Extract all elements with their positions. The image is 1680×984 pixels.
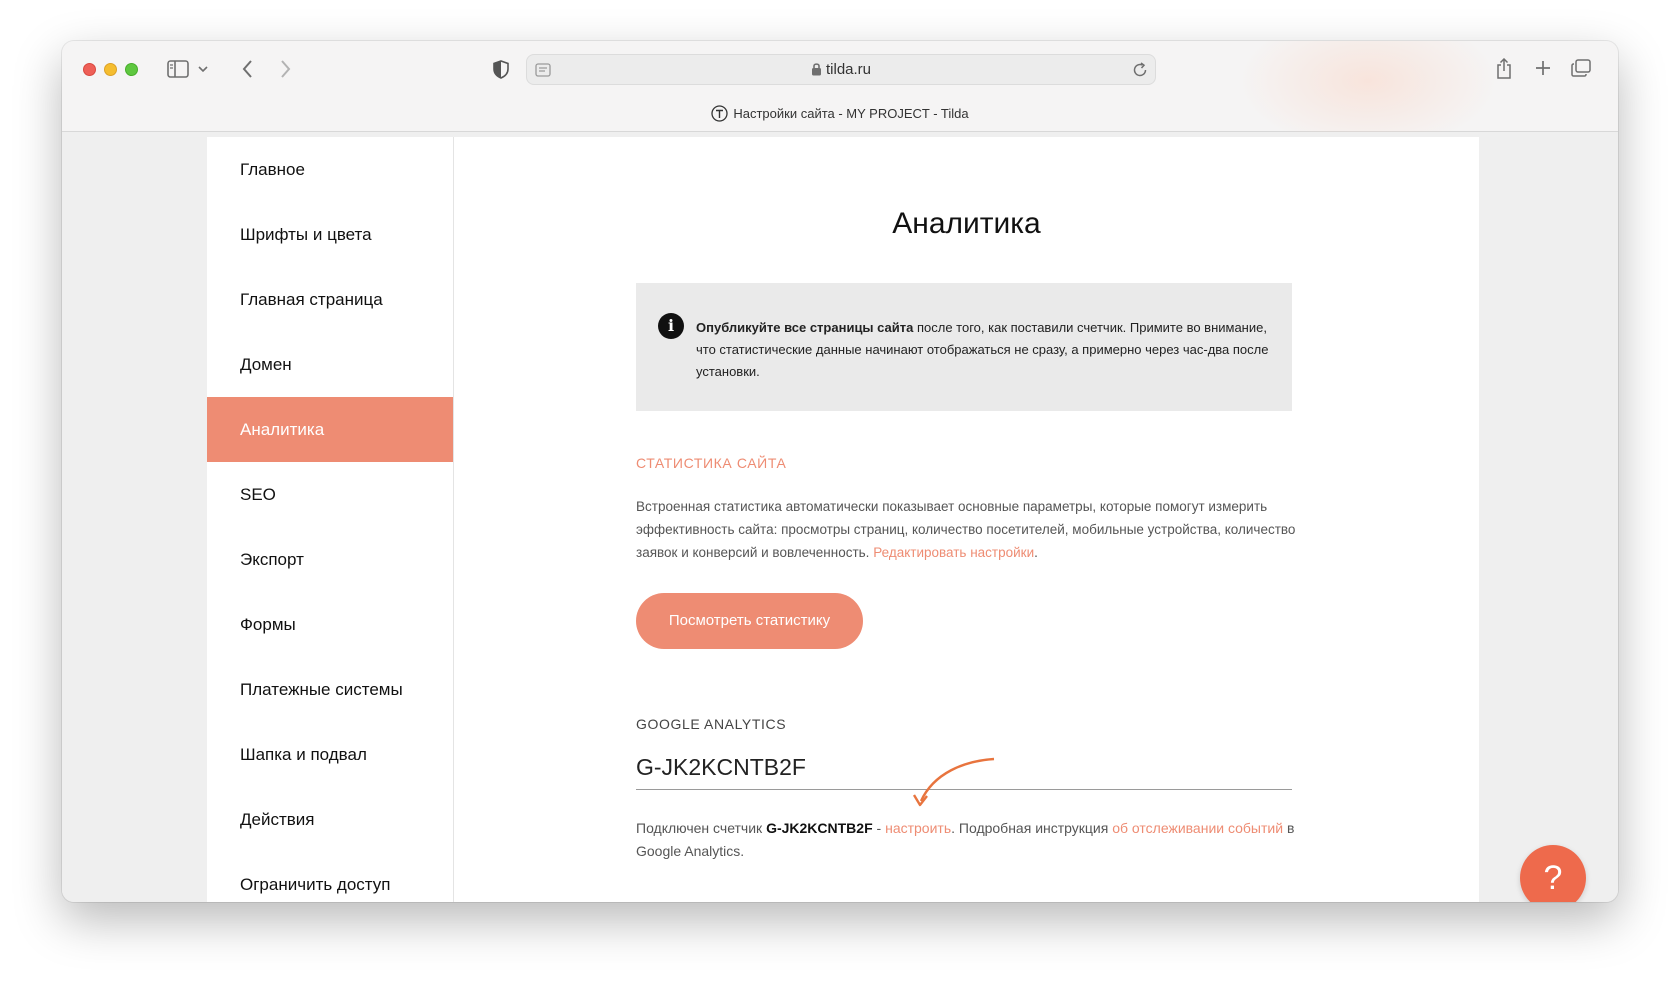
close-window-button[interactable] <box>83 63 96 76</box>
tab-title-text: Настройки сайта - MY PROJECT - Tilda <box>733 106 969 121</box>
sidebar-item-payment-systems[interactable]: Платежные системы <box>207 657 453 722</box>
edit-settings-link-suffix: . <box>1034 545 1038 560</box>
browser-toolbar: tilda.ru Настройки сайта - MY PROJECT - … <box>62 41 1618 151</box>
settings-sidebar: Главное Шрифты и цвета Главная страница … <box>207 137 454 902</box>
shield-icon[interactable] <box>490 57 512 81</box>
edit-settings-link[interactable]: Редактировать настройки <box>873 545 1034 560</box>
event-tracking-link[interactable]: об отслеживании событий <box>1112 820 1283 836</box>
publish-notice: i Опубликуйте все страницы сайта после т… <box>636 283 1292 411</box>
stats-description: Встроенная статистика автоматически пока… <box>636 495 1296 564</box>
sidebar-item-fonts-colors[interactable]: Шрифты и цвета <box>207 202 453 267</box>
page-viewport: Главное Шрифты и цвета Главная страница … <box>62 132 1618 902</box>
chevron-down-icon[interactable] <box>196 61 210 77</box>
minimize-window-button[interactable] <box>104 63 117 76</box>
url-display[interactable]: tilda.ru <box>527 61 1155 80</box>
lock-icon <box>811 62 822 80</box>
view-stats-button[interactable]: Посмотреть статистику <box>636 593 863 649</box>
configure-link[interactable]: настроить <box>885 820 951 836</box>
sidebar-toggle-icon[interactable] <box>166 58 190 80</box>
ga-note-id: G-JK2KCNTB2F <box>766 820 873 836</box>
sidebar-item-seo[interactable]: SEO <box>207 462 453 527</box>
sidebar-item-analytics[interactable]: Аналитика <box>207 397 453 462</box>
ga-note-prefix: Подключен счетчик <box>636 820 767 836</box>
ga-section-title: GOOGLE ANALYTICS <box>636 716 787 732</box>
share-icon[interactable] <box>1493 55 1515 81</box>
new-tab-icon[interactable] <box>1532 57 1554 79</box>
ga-status-note: Подключен счетчик G-JK2KCNTB2F - настрои… <box>636 817 1296 863</box>
sidebar-item-header-footer[interactable]: Шапка и подвал <box>207 722 453 787</box>
help-button[interactable]: ? <box>1520 845 1586 902</box>
url-text: tilda.ru <box>825 61 872 78</box>
tab-title[interactable]: Настройки сайта - MY PROJECT - Tilda <box>62 105 1618 125</box>
sidebar-item-export[interactable]: Экспорт <box>207 527 453 592</box>
tabs-overview-icon[interactable] <box>1569 57 1593 79</box>
ga-note-dash: - <box>872 820 886 836</box>
stats-section-title: СТАТИСТИКА САЙТА <box>636 455 787 471</box>
tilda-favicon-icon <box>711 105 729 125</box>
address-bar[interactable]: tilda.ru <box>526 54 1156 85</box>
reload-icon[interactable] <box>1130 60 1150 80</box>
sidebar-item-actions[interactable]: Действия <box>207 787 453 852</box>
sidebar-item-domain[interactable]: Домен <box>207 332 453 397</box>
notice-bold-text: Опубликуйте все страницы сайта <box>696 320 914 335</box>
sidebar-item-main[interactable]: Главное <box>207 137 453 202</box>
page-title: Аналитика <box>892 207 1041 240</box>
notice-text: Опубликуйте все страницы сайта после тог… <box>696 317 1276 383</box>
forward-icon[interactable] <box>275 57 295 81</box>
info-icon: i <box>658 313 684 339</box>
ga-note-middle: . Подробная инструкция <box>951 820 1113 836</box>
sidebar-item-restrict-access[interactable]: Ограничить доступ <box>207 852 453 902</box>
zoom-window-button[interactable] <box>125 63 138 76</box>
settings-content: Аналитика i Опубликуйте все страницы сай… <box>454 137 1479 902</box>
sidebar-item-home-page[interactable]: Главная страница <box>207 267 453 332</box>
browser-window: tilda.ru Настройки сайта - MY PROJECT - … <box>62 41 1618 902</box>
sidebar-item-forms[interactable]: Формы <box>207 592 453 657</box>
annotation-arrow-icon <box>912 757 995 807</box>
back-icon[interactable] <box>237 57 257 81</box>
